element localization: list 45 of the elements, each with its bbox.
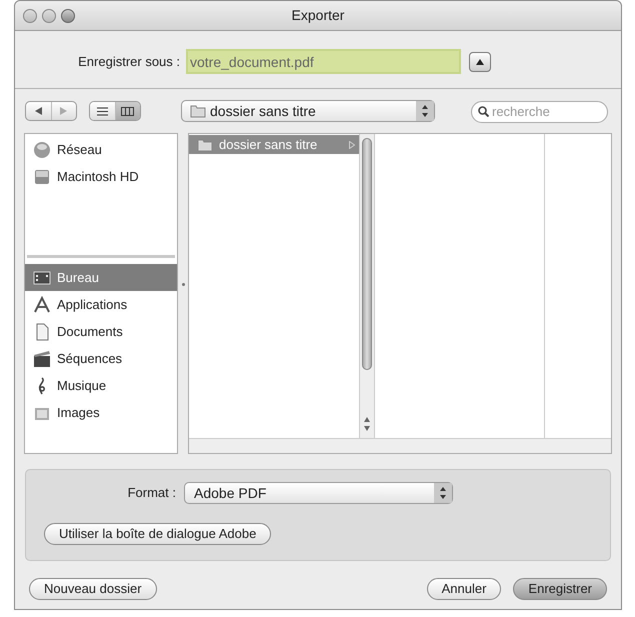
sidebar-item[interactable]: Documents — [25, 318, 177, 345]
hard-drive-icon — [33, 168, 51, 186]
triangle-up-icon — [476, 58, 484, 64]
folder-icon — [197, 138, 213, 152]
dialog-button[interactable]: Nouveau dossier — [29, 578, 157, 600]
list-view-icon — [96, 106, 108, 116]
sidebar-item[interactable]: Réseau — [25, 136, 177, 163]
adobe-dialog-button[interactable]: Utiliser la boîte de dialogue Adobe — [44, 522, 272, 545]
stepper-arrows-icon — [434, 483, 452, 503]
forward-arrow-icon — [60, 107, 68, 115]
path-popup[interactable]: dossier sans titre — [181, 100, 435, 122]
app-letter-icon — [33, 296, 51, 314]
clapperboard-icon — [33, 350, 51, 368]
folder-icon — [190, 104, 206, 118]
close-window-button[interactable] — [23, 8, 37, 22]
search-field[interactable]: recherche — [471, 100, 608, 122]
save-as-label: Enregistrer sous : — [77, 52, 180, 71]
desktop-icon — [33, 268, 51, 286]
column-view-icon — [121, 106, 134, 116]
default-button[interactable]: Enregistrer — [513, 578, 607, 600]
sidebar-item[interactable]: Macintosh HD — [25, 163, 177, 190]
sidebar-item[interactable]: Applications — [25, 291, 177, 318]
view-mode-button[interactable] — [90, 102, 116, 120]
sidebar-item[interactable]: Bureau — [25, 264, 177, 291]
disclosure-triangle-icon — [349, 140, 355, 148]
view-mode-button[interactable] — [116, 102, 140, 120]
stepper-arrows-icon — [416, 101, 434, 121]
file-name-field[interactable]: votre_document.pdf — [186, 49, 461, 74]
search-icon — [478, 106, 489, 117]
splitter-handle[interactable] — [182, 283, 184, 286]
dialog-button[interactable]: Annuler — [426, 578, 502, 600]
back-arrow-icon — [34, 107, 42, 115]
expand-button[interactable] — [469, 52, 491, 72]
sidebar-item[interactable]: Musique — [25, 372, 177, 399]
format-label: Format : — [126, 484, 176, 502]
window-title: Exporter — [292, 6, 344, 22]
format-popup[interactable]: Adobe PDF — [184, 482, 453, 504]
globe-icon — [33, 140, 51, 158]
vertical-scrollbar[interactable] — [359, 134, 374, 438]
zoom-window-button[interactable] — [61, 8, 75, 22]
sidebar-item[interactable]: Séquences — [25, 345, 177, 372]
sidebar-item[interactable]: Images — [25, 399, 177, 426]
back-forward-control[interactable] — [25, 101, 77, 121]
horizontal-scrollbar[interactable] — [189, 438, 611, 453]
minimize-window-button[interactable] — [42, 8, 56, 22]
